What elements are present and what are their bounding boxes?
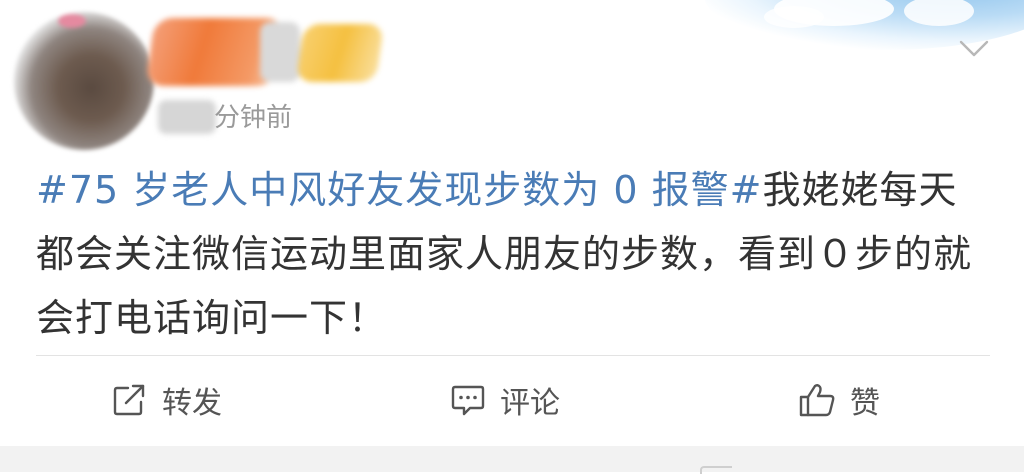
- chevron-down-icon[interactable]: [958, 38, 990, 60]
- username-redacted[interactable]: [145, 14, 420, 98]
- post-text: #75 岁老人中风好友发现步数为 0 报警#我姥姥每天都会关注微信运动里面家人朋…: [36, 158, 996, 350]
- share-square-icon: [112, 383, 148, 417]
- like-button[interactable]: 赞: [798, 378, 880, 422]
- next-card-edge: [0, 446, 1024, 474]
- action-bar: 转发 评论 赞: [0, 356, 1024, 446]
- thumbs-up-icon: [798, 382, 836, 418]
- avatar[interactable]: [14, 12, 154, 150]
- comment-label: 评论: [500, 386, 560, 421]
- hashtag-link[interactable]: #75 岁老人中风好友发现步数为 0 报警#: [36, 168, 762, 212]
- like-label: 赞: [850, 386, 880, 421]
- post-time: 分钟前: [214, 103, 293, 133]
- weibo-post-card: 分钟前 #75 岁老人中风好友发现步数为 0 报警#我姥姥每天都会关注微信运动里…: [0, 0, 1024, 446]
- repost-label: 转发: [162, 386, 222, 421]
- comment-bubble-icon: [450, 383, 486, 417]
- post-time-redacted: [158, 100, 216, 134]
- repost-button[interactable]: 转发: [112, 378, 222, 422]
- comment-button[interactable]: 评论: [450, 378, 560, 422]
